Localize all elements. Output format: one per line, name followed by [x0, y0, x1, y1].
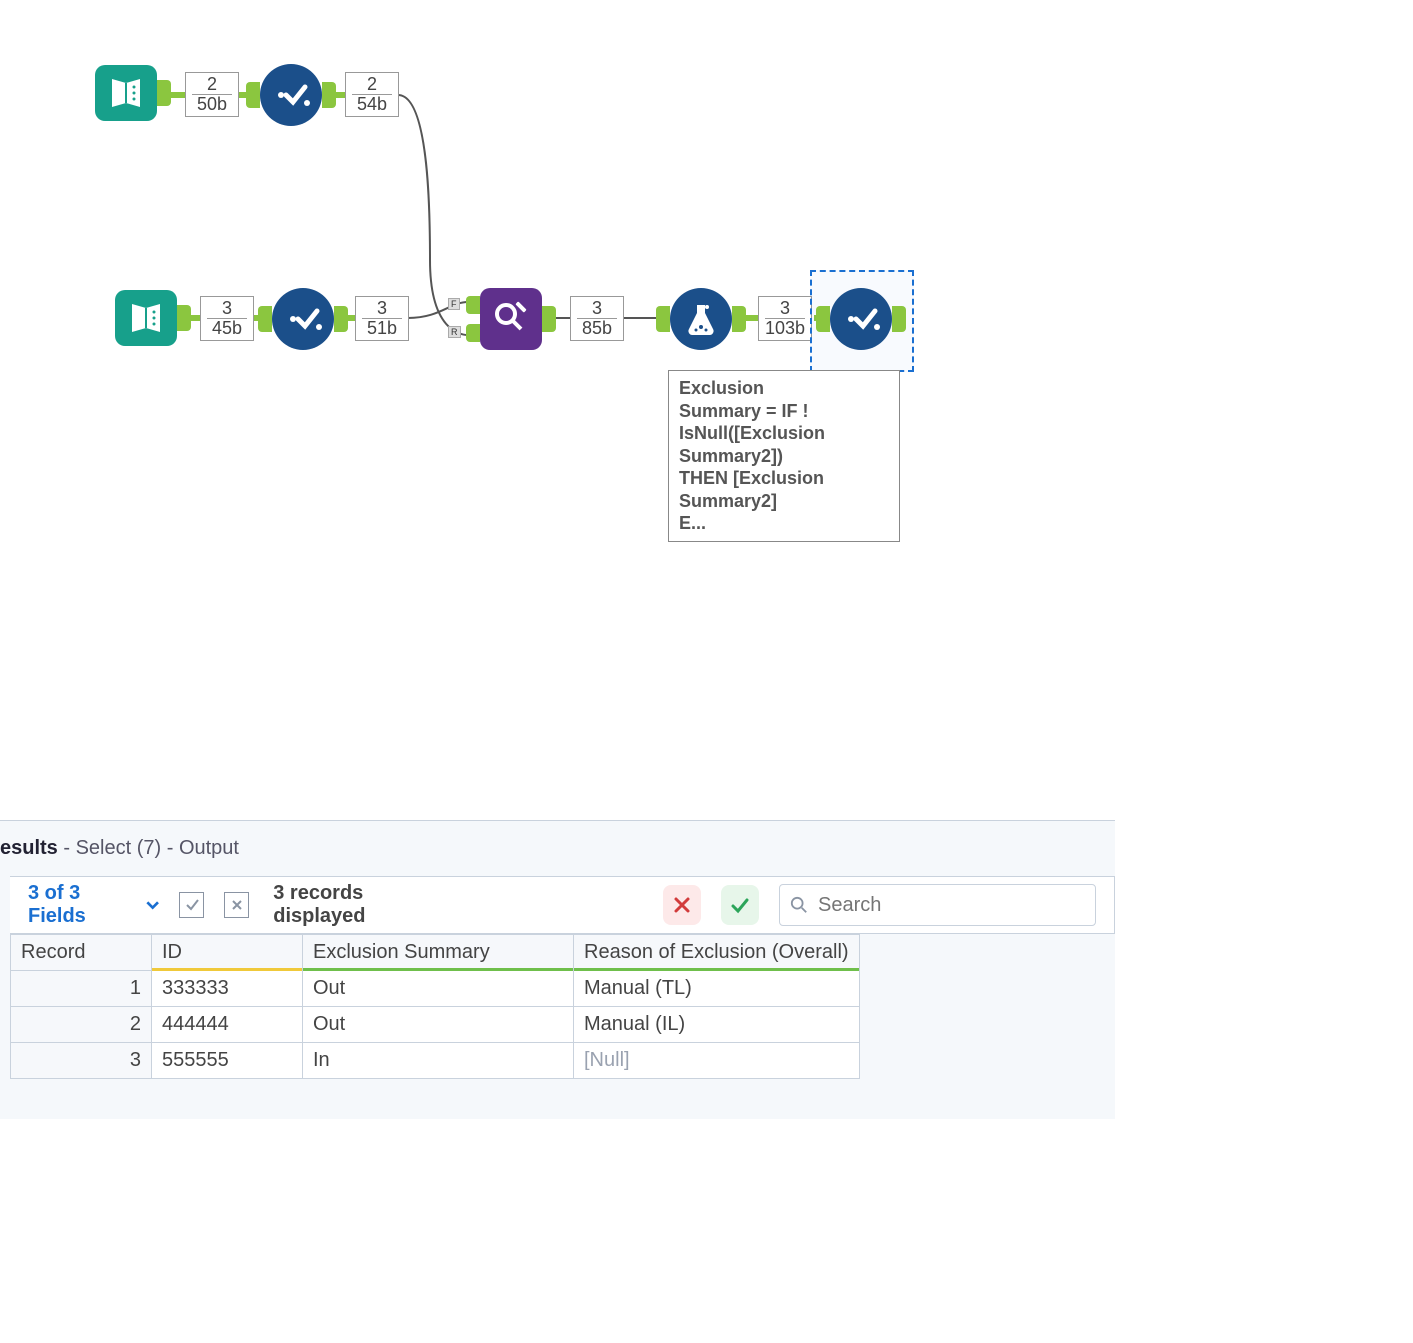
filter-errors-button[interactable] [663, 885, 701, 925]
record-count: 3 [362, 299, 402, 319]
close-cell-button[interactable] [224, 892, 249, 918]
fields-dropdown[interactable]: 3 of 3 Fields [28, 882, 159, 928]
results-subtitle: - Select (7) - Output [58, 837, 239, 859]
book-icon [126, 298, 166, 338]
results-header: esults - Select (7) - Output [0, 821, 1115, 876]
record-size: 50b [192, 95, 232, 114]
record-badge-3: 3 45b [200, 296, 254, 341]
x-icon [672, 895, 692, 915]
table-row[interactable]: 2 444444 Out Manual (IL) [11, 1007, 860, 1043]
results-toolbar: 3 of 3 Fields 3 records displayed [10, 876, 1115, 934]
col-id[interactable]: ID [152, 935, 303, 971]
fields-dropdown-label: 3 of 3 Fields [28, 882, 138, 928]
record-badge-1: 2 50b [185, 72, 239, 117]
record-count: 3 [207, 299, 247, 319]
formula-tool[interactable] [670, 288, 732, 350]
record-size: 45b [207, 319, 247, 338]
select-tool-2[interactable] [272, 288, 334, 350]
text-input-tool-2[interactable] [115, 290, 177, 346]
record-size: 103b [765, 319, 805, 338]
select-check-icon [283, 299, 323, 339]
record-badge-4: 3 51b [355, 296, 409, 341]
col-reason[interactable]: Reason of Exclusion (Overall) [574, 935, 860, 971]
results-table: Record ID Exclusion Summary Reason of Ex… [10, 934, 860, 1079]
results-panel: esults - Select (7) - Output 3 of 3 Fiel… [0, 820, 1115, 1119]
select-check-icon [841, 299, 881, 339]
record-count: 3 [765, 299, 805, 319]
cell-record: 3 [11, 1043, 152, 1079]
table-row[interactable]: 1 333333 Out Manual (TL) [11, 971, 860, 1007]
record-size: 51b [362, 319, 402, 338]
cell-reason: Manual (TL) [574, 971, 860, 1007]
workflow-canvas[interactable]: 2 50b 2 54b 3 45b [0, 0, 1413, 820]
record-badge-2: 2 54b [345, 72, 399, 117]
col-record[interactable]: Record [11, 935, 152, 971]
record-badge-6: 3 103b [758, 296, 812, 341]
find-replace-icon [491, 299, 531, 339]
cell-id: 444444 [152, 1007, 303, 1043]
formula-annotation: Exclusion Summary = IF ! IsNull([Exclusi… [668, 370, 900, 542]
table-header-row: Record ID Exclusion Summary Reason of Ex… [11, 935, 860, 971]
check-icon [730, 895, 750, 915]
select-tool-1[interactable] [260, 64, 322, 126]
cell-reason: Manual (IL) [574, 1007, 860, 1043]
table-row[interactable]: 3 555555 In [Null] [11, 1043, 860, 1079]
record-badge-5: 3 85b [570, 296, 624, 341]
search-input[interactable] [816, 893, 1085, 918]
cell-id: 555555 [152, 1043, 303, 1079]
select-check-icon [271, 75, 311, 115]
text-input-tool-1[interactable] [95, 65, 157, 121]
cell-id: 333333 [152, 971, 303, 1007]
cell-record: 2 [11, 1007, 152, 1043]
col-exclusion-summary[interactable]: Exclusion Summary [303, 935, 574, 971]
anchor-r-label: R [448, 326, 461, 338]
cell-excl: In [303, 1043, 574, 1079]
anchor-f-label: F [448, 298, 460, 310]
chevron-down-icon [146, 898, 159, 912]
record-count: 3 [577, 299, 617, 319]
record-size: 54b [352, 95, 392, 114]
search-box[interactable] [779, 884, 1096, 926]
cell-reason: [Null] [574, 1043, 860, 1079]
cell-excl: Out [303, 1007, 574, 1043]
find-replace-tool[interactable]: F R [480, 288, 542, 350]
flask-icon [681, 299, 721, 339]
record-count: 2 [352, 75, 392, 95]
cell-excl: Out [303, 971, 574, 1007]
search-icon [790, 896, 808, 914]
filter-ok-button[interactable] [721, 885, 759, 925]
metadata-toggle-button[interactable] [179, 892, 204, 918]
book-icon [106, 73, 146, 113]
records-displayed-label: 3 records displayed [273, 882, 452, 928]
cell-record: 1 [11, 971, 152, 1007]
record-size: 85b [577, 319, 617, 338]
select-tool-3[interactable] [830, 288, 892, 350]
record-count: 2 [192, 75, 232, 95]
results-title: esults [0, 837, 58, 859]
